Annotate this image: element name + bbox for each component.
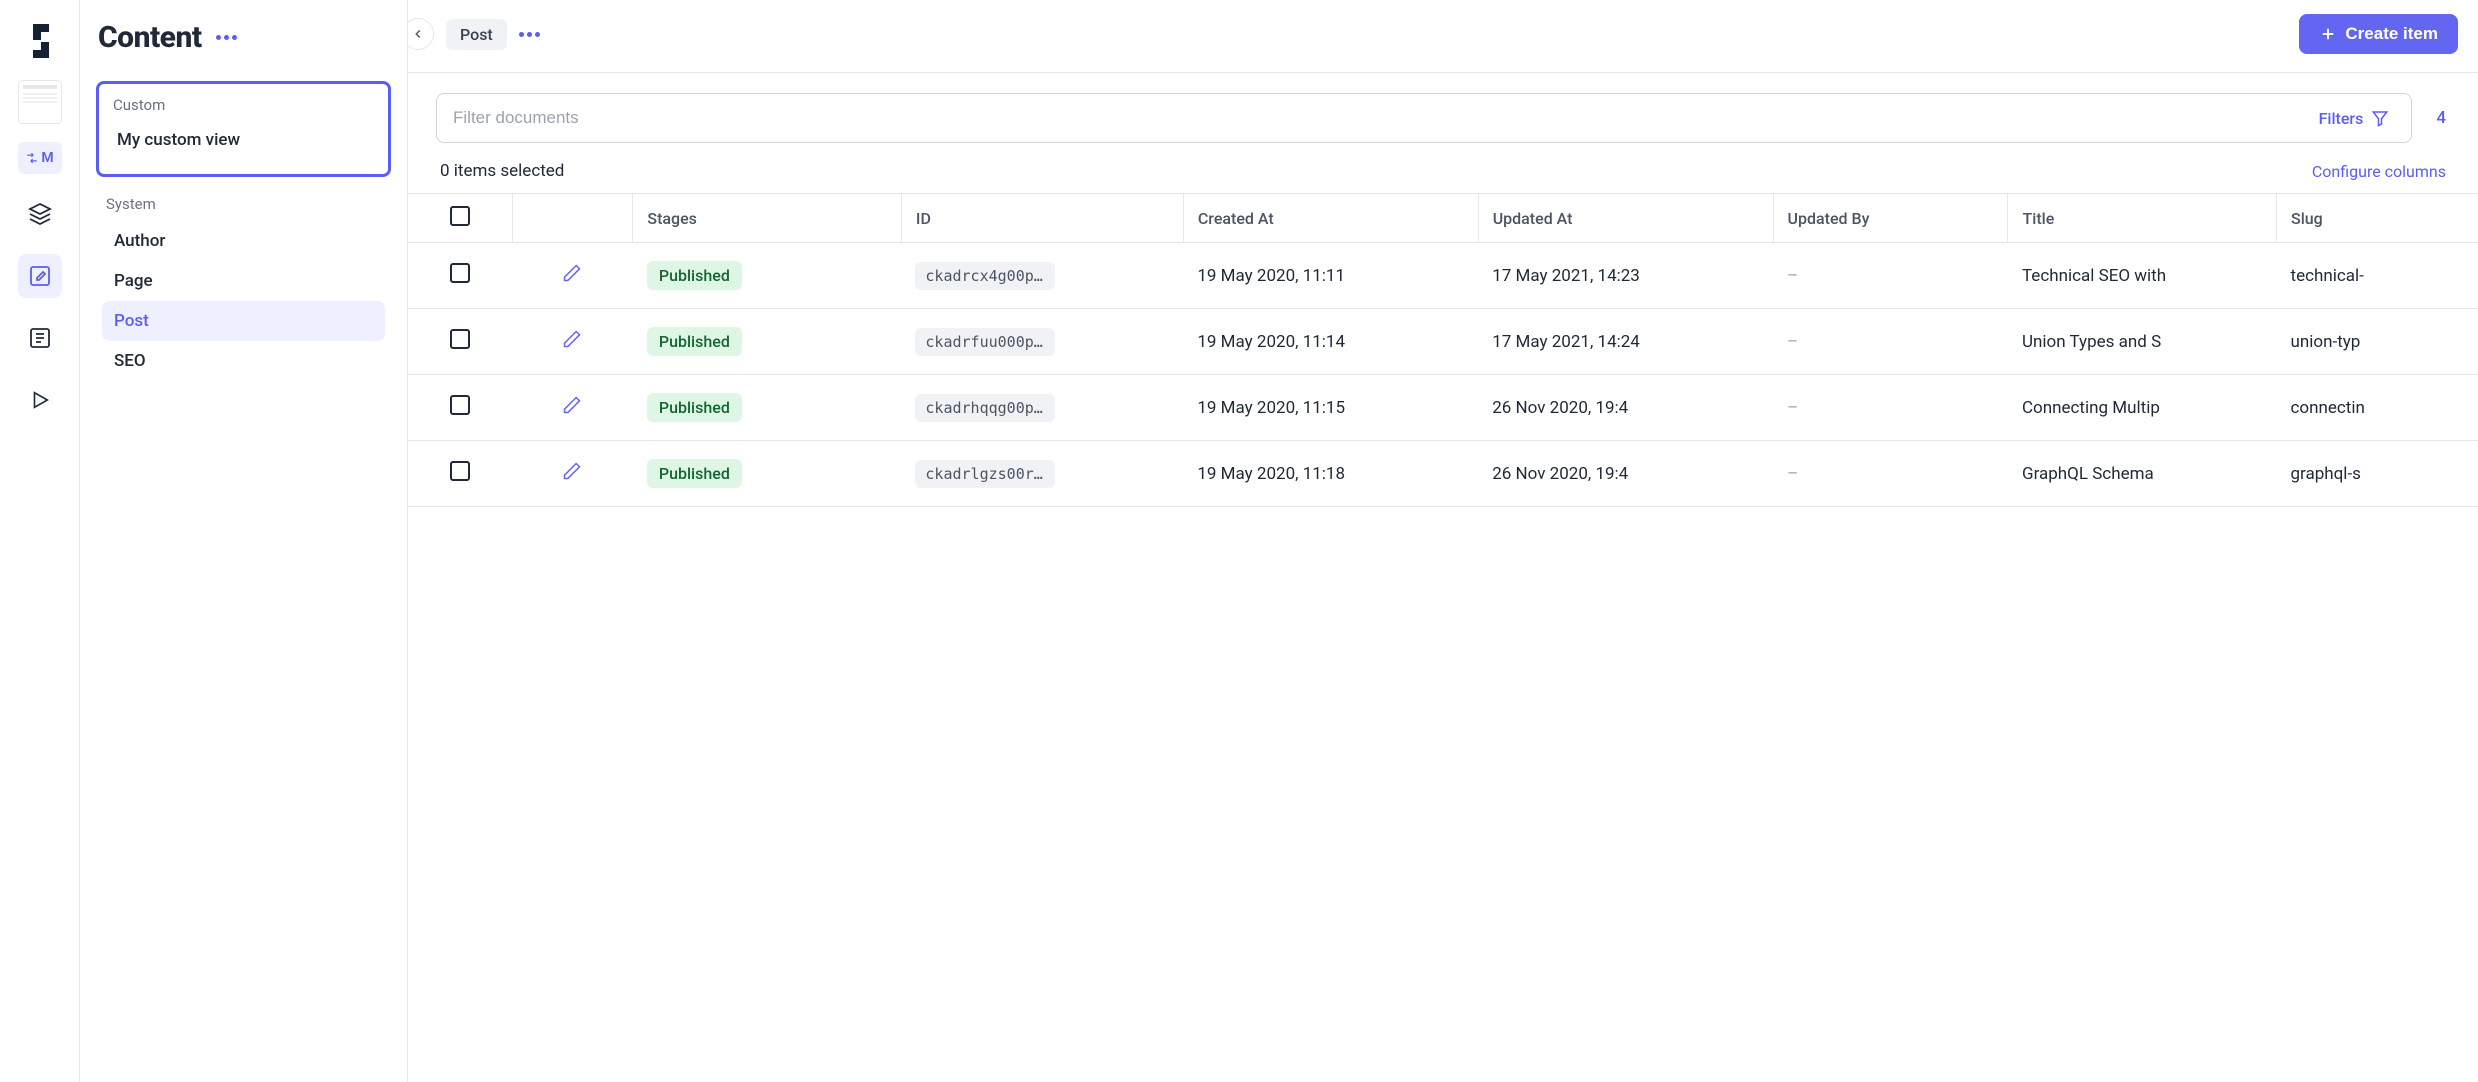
create-item-button[interactable]: Create item [2299,14,2458,54]
slug-cell: graphql-s [2277,441,2478,507]
gallery-icon [28,326,52,350]
main: Post Create item Filters 4 0 it [408,0,2478,1082]
stage-badge: Published [647,459,742,488]
col-id[interactable]: ID [901,194,1183,243]
id-chip[interactable]: ckadrhqqg00p... [915,394,1055,422]
page-title: Content [98,20,202,55]
configure-columns-link[interactable]: Configure columns [2312,162,2446,181]
sidebar-model-item[interactable]: SEO [102,341,385,381]
breadcrumb-more-icon[interactable] [519,32,540,37]
filter-input-wrap[interactable]: Filters [436,93,2412,143]
filter-icon [2371,109,2389,127]
breadcrumb[interactable]: Post [446,19,507,50]
updated-at: 17 May 2021, 14:24 [1478,309,1773,375]
table-row: Published ckadrfuu000p... 19 May 2020, 11:… [408,309,2478,375]
edit-icon[interactable] [562,395,582,415]
back-button[interactable] [408,18,434,50]
row-checkbox[interactable] [450,395,470,415]
rail-item-play[interactable] [18,378,62,422]
result-count: 4 [2432,108,2450,128]
col-title[interactable]: Title [2008,194,2277,243]
created-at: 19 May 2020, 11:14 [1183,309,1478,375]
selected-count: 0 items selected [440,161,564,181]
plus-icon [2319,25,2337,43]
row-checkbox[interactable] [450,461,470,481]
id-chip[interactable]: ckadrlgzs00rw... [915,460,1055,488]
play-icon [29,389,51,411]
filters-button[interactable]: Filters [2319,109,2396,128]
edit-icon[interactable] [562,461,582,481]
toolbar: Filters 4 0 items selected Configure col… [408,73,2478,193]
title-cell: Technical SEO with [2008,243,2277,309]
col-updated[interactable]: Updated At [1478,194,1773,243]
more-menu-icon[interactable] [216,35,237,40]
sidebar-model-item[interactable]: Page [102,261,385,301]
stage-badge: Published [647,327,742,356]
nav-rail: M [0,0,80,1082]
rail-item-content[interactable] [18,254,62,298]
table: Stages ID Created At Updated At Updated … [408,193,2478,507]
col-updated-by[interactable]: Updated By [1773,194,2008,243]
slug-cell: connectin [2277,375,2478,441]
updated-at: 17 May 2021, 14:23 [1478,243,1773,309]
table-row: Published ckadrlgzs00rw... 19 May 2020, 11… [408,441,2478,507]
rail-item-layers[interactable] [18,192,62,236]
table-row: Published ckadrcx4g00p... 19 May 2020, 11:… [408,243,2478,309]
title-cell: GraphQL Schema [2008,441,2277,507]
updated-at: 26 Nov 2020, 19:4 [1478,375,1773,441]
stage-badge: Published [647,261,742,290]
sidebar: Content Custom My custom view System Aut… [80,0,408,1082]
table-row: Published ckadrhqqg00p... 19 May 2020, 11:… [408,375,2478,441]
rail-env-badge[interactable]: M [18,142,62,174]
row-checkbox[interactable] [450,329,470,349]
updated-by: – [1773,441,2008,507]
rail-item-assets[interactable] [18,316,62,360]
filter-input[interactable] [453,108,2319,128]
id-chip[interactable]: ckadrcx4g00p... [915,262,1055,290]
create-item-label: Create item [2345,24,2438,44]
edit-square-icon [28,264,52,288]
slug-cell: technical- [2277,243,2478,309]
system-group: System AuthorPagePostSEO [96,195,391,381]
col-stages[interactable]: Stages [633,194,902,243]
title-cell: Connecting Multip [2008,375,2277,441]
custom-views-group: Custom My custom view [96,81,391,177]
logo [24,20,56,62]
row-checkbox[interactable] [450,263,470,283]
layers-icon [28,202,52,226]
updated-at: 26 Nov 2020, 19:4 [1478,441,1773,507]
rail-env-letter: M [41,150,53,166]
stage-badge: Published [647,393,742,422]
topbar: Post Create item [408,0,2478,73]
created-at: 19 May 2020, 11:18 [1183,441,1478,507]
updated-by: – [1773,243,2008,309]
slug-cell: union-typ [2277,309,2478,375]
edit-icon[interactable] [562,329,582,349]
updated-by: – [1773,375,2008,441]
sidebar-model-item[interactable]: Author [102,221,385,261]
id-chip[interactable]: ckadrfuu000p... [915,328,1055,356]
chevron-left-icon [411,27,425,41]
updated-by: – [1773,309,2008,375]
sidebar-model-item[interactable]: Post [102,301,385,341]
edit-icon[interactable] [562,263,582,283]
custom-group-label: Custom [113,96,374,114]
system-group-label: System [102,195,385,213]
sidebar-custom-item[interactable]: My custom view [113,124,374,156]
created-at: 19 May 2020, 11:11 [1183,243,1478,309]
col-created[interactable]: Created At [1183,194,1478,243]
filters-label: Filters [2319,109,2364,128]
title-cell: Union Types and S [2008,309,2277,375]
created-at: 19 May 2020, 11:15 [1183,375,1478,441]
col-slug[interactable]: Slug [2277,194,2478,243]
select-all-checkbox[interactable] [450,206,470,226]
rail-preview-thumb[interactable] [18,80,62,124]
